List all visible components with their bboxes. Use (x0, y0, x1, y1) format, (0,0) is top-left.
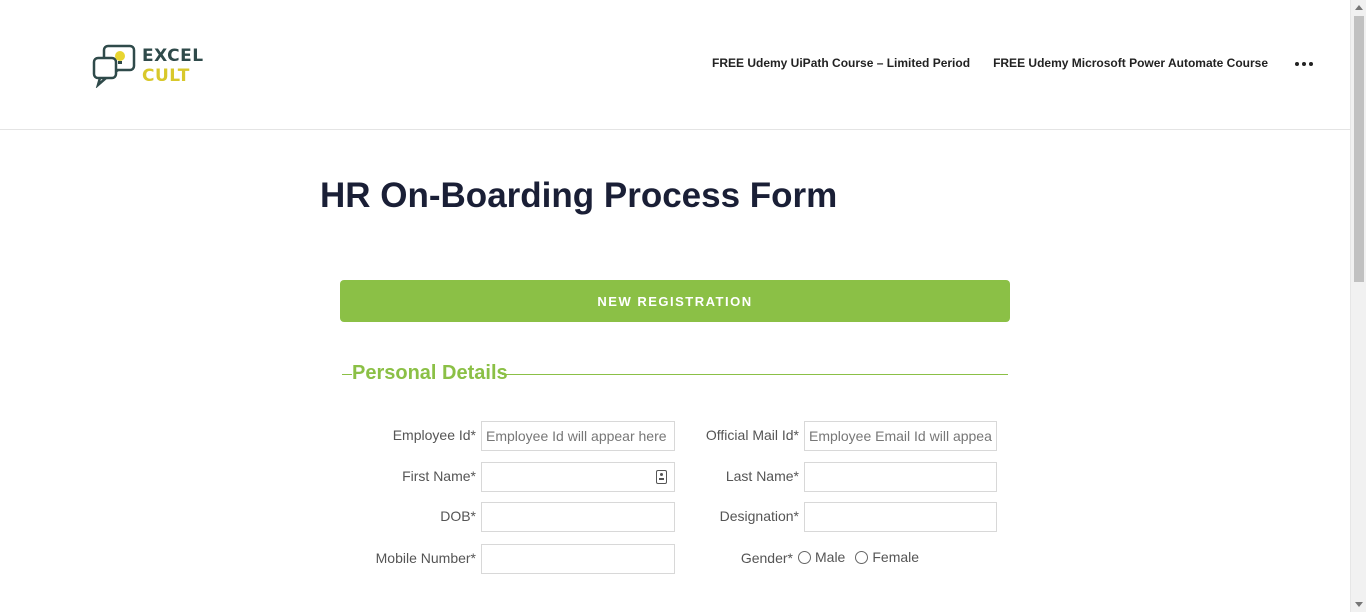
nav-item-power-automate-course[interactable]: FREE Udemy Microsoft Power Automate Cour… (993, 56, 1268, 70)
main-nav: FREE Udemy UiPath Course – Limited Perio… (712, 56, 1313, 70)
last-name-field-wrap (804, 462, 997, 492)
scrollbar-thumb[interactable] (1354, 16, 1364, 282)
nav-item-uipath-course[interactable]: FREE Udemy UiPath Course – Limited Perio… (712, 56, 970, 70)
mobile-number-input[interactable] (486, 551, 670, 567)
section-title: Personal Details (352, 362, 508, 384)
contact-card-icon[interactable] (656, 470, 667, 484)
scroll-down-arrow-icon[interactable] (1355, 602, 1363, 607)
gender-male-label[interactable]: Male (815, 549, 845, 565)
new-registration-button[interactable]: NEW REGISTRATION (340, 280, 1010, 322)
official-mail-field-wrap (804, 421, 997, 451)
section-divider-right (502, 374, 1008, 375)
site-header: EXCEL CULT FREE Udemy UiPath Course – Li… (0, 0, 1350, 130)
designation-input[interactable] (809, 509, 992, 525)
last-name-input[interactable] (809, 469, 992, 485)
ellipsis-dot (1302, 62, 1306, 66)
first-name-label: First Name* (402, 468, 476, 484)
scroll-up-arrow-icon[interactable] (1355, 5, 1363, 10)
ellipsis-dot (1309, 62, 1313, 66)
gender-label: Gender* (740, 550, 793, 566)
page-title: HR On-Boarding Process Form (320, 176, 838, 215)
section-divider-left (342, 374, 352, 375)
first-name-input[interactable] (486, 469, 670, 485)
gender-male-radio[interactable] (798, 550, 811, 564)
mobile-number-label: Mobile Number* (375, 550, 476, 566)
gender-female-radio[interactable] (855, 550, 869, 564)
chat-bulb-icon (92, 44, 136, 88)
page-scrollbar[interactable] (1350, 0, 1366, 612)
ellipsis-icon[interactable] (1295, 62, 1313, 66)
ellipsis-dot (1295, 62, 1299, 66)
employee-id-label: Employee Id* (392, 427, 476, 443)
logo-line-1: EXCEL (142, 46, 204, 66)
last-name-label: Last Name* (725, 468, 799, 484)
personal-details-section-header: Personal Details (342, 362, 1008, 388)
employee-id-field-wrap (481, 421, 675, 451)
first-name-field-wrap (481, 462, 675, 492)
logo-line-2: CULT (142, 66, 190, 86)
employee-id-input[interactable] (486, 428, 670, 444)
dob-field-wrap (481, 502, 675, 532)
dob-input[interactable] (486, 509, 670, 525)
designation-field-wrap (804, 502, 997, 532)
logo-text: EXCEL CULT (142, 46, 204, 86)
official-mail-input[interactable] (809, 428, 992, 444)
gender-radio-group: Male Female (798, 549, 929, 565)
official-mail-label: Official Mail Id* (705, 427, 799, 443)
mobile-number-field-wrap (481, 544, 675, 574)
dob-label: DOB* (440, 508, 476, 524)
gender-female-label[interactable]: Female (872, 549, 919, 565)
excel-cult-logo[interactable]: EXCEL CULT (92, 44, 212, 88)
designation-label: Designation* (719, 508, 799, 524)
